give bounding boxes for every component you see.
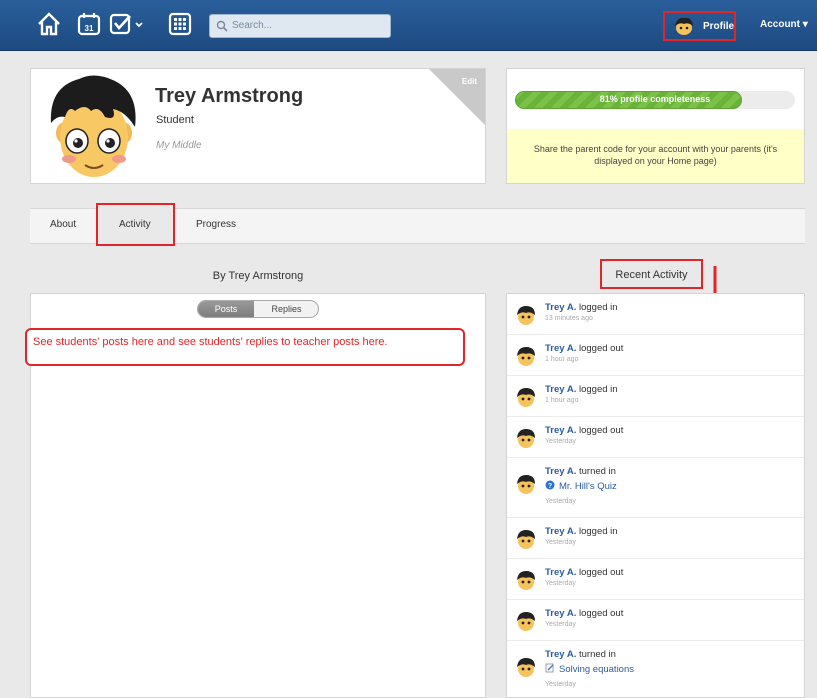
activity-item: Trey A. turned in? Mr. Hill's Quiz Yesterd… [507, 458, 804, 518]
activity-link-text[interactable]: Solving equations [559, 664, 634, 675]
profile-completeness-card: 81% profile completeness Share the paren… [506, 68, 805, 184]
assignment-icon [545, 663, 554, 673]
activity-time: 1 hour ago [545, 397, 579, 404]
completeness-label: 81% profile completeness [599, 94, 711, 104]
activity-user-link[interactable]: Trey A. [545, 649, 576, 660]
svg-text:31: 31 [85, 24, 94, 33]
activity-user-link[interactable]: Trey A. [545, 384, 576, 395]
activity-link-text[interactable]: Mr. Hill's Quiz [559, 481, 617, 492]
activity-avatar [515, 386, 537, 408]
activity-time: 1 hour ago [545, 356, 579, 363]
activity-user-link[interactable]: Trey A. [545, 302, 576, 313]
activity-item: Trey A. logged out Yesterday [507, 417, 804, 458]
posts-heading: By Trey Armstrong [212, 270, 304, 282]
parent-code-note: Share the parent code for your account w… [507, 129, 804, 183]
tab-about[interactable]: About [50, 219, 76, 230]
activity-avatar [515, 427, 537, 449]
profile-role: Student [156, 114, 194, 126]
profile-school: My Middle [156, 140, 202, 151]
activity-item: Trey A. logged out Yesterday [507, 559, 804, 600]
activity-text: Trey A. logged out [545, 567, 623, 578]
posts-toggle-button[interactable]: Posts [198, 301, 254, 317]
profile-name: Trey Armstrong [155, 85, 304, 107]
activity-action: logged in [576, 384, 618, 395]
activity-user-link[interactable]: Trey A. [545, 343, 576, 354]
profile-button[interactable]: Profile [663, 11, 736, 41]
posts-replies-toggle: Posts Replies [197, 300, 319, 318]
posts-panel: Posts Replies See students' posts here a… [25, 293, 486, 698]
activity-text: Trey A. logged out [545, 425, 623, 436]
activity-avatar [515, 569, 537, 591]
activity-action: logged out [576, 425, 624, 436]
activity-item-link[interactable]: Solving equations [545, 663, 634, 675]
activity-avatar [515, 304, 537, 326]
activity-time: Yesterday [545, 621, 576, 628]
activity-text: Trey A. logged out [545, 608, 623, 619]
activity-action: logged in [576, 526, 618, 537]
avatar [675, 17, 693, 35]
search-placeholder: Search... [232, 20, 273, 31]
activity-user-link[interactable]: Trey A. [545, 425, 576, 436]
callout-text: See students' posts here and see student… [33, 336, 388, 348]
quiz-icon: ? [545, 480, 555, 490]
activity-text: Trey A. turned in [545, 466, 616, 477]
search-icon [216, 20, 228, 32]
recent-activity-highlight: Recent Activity [600, 259, 703, 289]
activity-avatar [515, 528, 537, 550]
search-input[interactable]: Search... [209, 14, 391, 38]
activity-text: Trey A. logged in [545, 384, 618, 395]
activity-action: logged out [576, 567, 624, 578]
activity-text: Trey A. logged in [545, 302, 618, 313]
activity-user-link[interactable]: Trey A. [545, 567, 576, 578]
activity-item: Trey A. logged out 1 hour ago [507, 335, 804, 376]
activity-action: logged in [576, 302, 618, 313]
activity-action: turned in [576, 466, 616, 477]
activity-time: 13 minutes ago [545, 315, 593, 322]
activity-item: Trey A. logged in 13 minutes ago [507, 294, 804, 335]
activity-time: Yesterday [545, 438, 576, 445]
activity-user-link[interactable]: Trey A. [545, 526, 576, 537]
activity-action: logged out [576, 343, 624, 354]
posts-callout-annotation: See students' posts here and see student… [25, 328, 465, 366]
activity-avatar [515, 610, 537, 632]
activity-item: Trey A. turned in Solving equations Yester… [507, 641, 804, 697]
activity-user-link[interactable]: Trey A. [545, 466, 576, 477]
profile-card: Trey Armstrong Student My Middle Edit [30, 68, 486, 184]
student-avatar [50, 75, 136, 177]
activity-action: turned in [576, 649, 616, 660]
assignments-check-icon[interactable] [108, 11, 148, 37]
activity-action: logged out [576, 608, 624, 619]
recent-activity-panel: Trey A. logged in 13 minutes ago Trey A. l… [506, 293, 805, 698]
activity-item: Trey A. logged in Yesterday [507, 518, 804, 559]
activity-time: Yesterday [545, 681, 576, 688]
svg-text:?: ? [548, 483, 552, 490]
tab-activity[interactable]: Activity [119, 219, 151, 230]
activity-item-link[interactable]: ? Mr. Hill's Quiz [545, 480, 617, 492]
activity-time: Yesterday [545, 539, 576, 546]
profile-label: Profile [703, 21, 735, 32]
activity-avatar [515, 345, 537, 367]
activity-user-link[interactable]: Trey A. [545, 608, 576, 619]
grid-apps-icon[interactable] [167, 11, 193, 37]
calendar-icon[interactable]: 31 [76, 11, 102, 37]
activity-text: Trey A. logged out [545, 343, 623, 354]
activity-item: Trey A. logged out Yesterday [507, 600, 804, 641]
activity-text: Trey A. turned in [545, 649, 616, 660]
activity-time: Yesterday [545, 580, 576, 587]
activity-avatar [515, 656, 537, 678]
recent-activity-heading: Recent Activity [615, 269, 688, 281]
edit-button[interactable]: Edit [462, 77, 477, 86]
tab-progress[interactable]: Progress [196, 219, 236, 230]
activity-text: Trey A. logged in [545, 526, 618, 537]
activity-time: Yesterday [545, 498, 576, 505]
top-navigation-bar: 31 Search... Profile Account ▾ [0, 0, 817, 51]
activity-item: Trey A. logged in 1 hour ago [507, 376, 804, 417]
home-icon[interactable] [36, 11, 62, 37]
account-menu[interactable]: Account ▾ [760, 19, 808, 30]
activity-avatar [515, 473, 537, 495]
replies-toggle-button[interactable]: Replies [255, 301, 318, 317]
completeness-progress-bar: 81% profile completeness [515, 91, 795, 109]
